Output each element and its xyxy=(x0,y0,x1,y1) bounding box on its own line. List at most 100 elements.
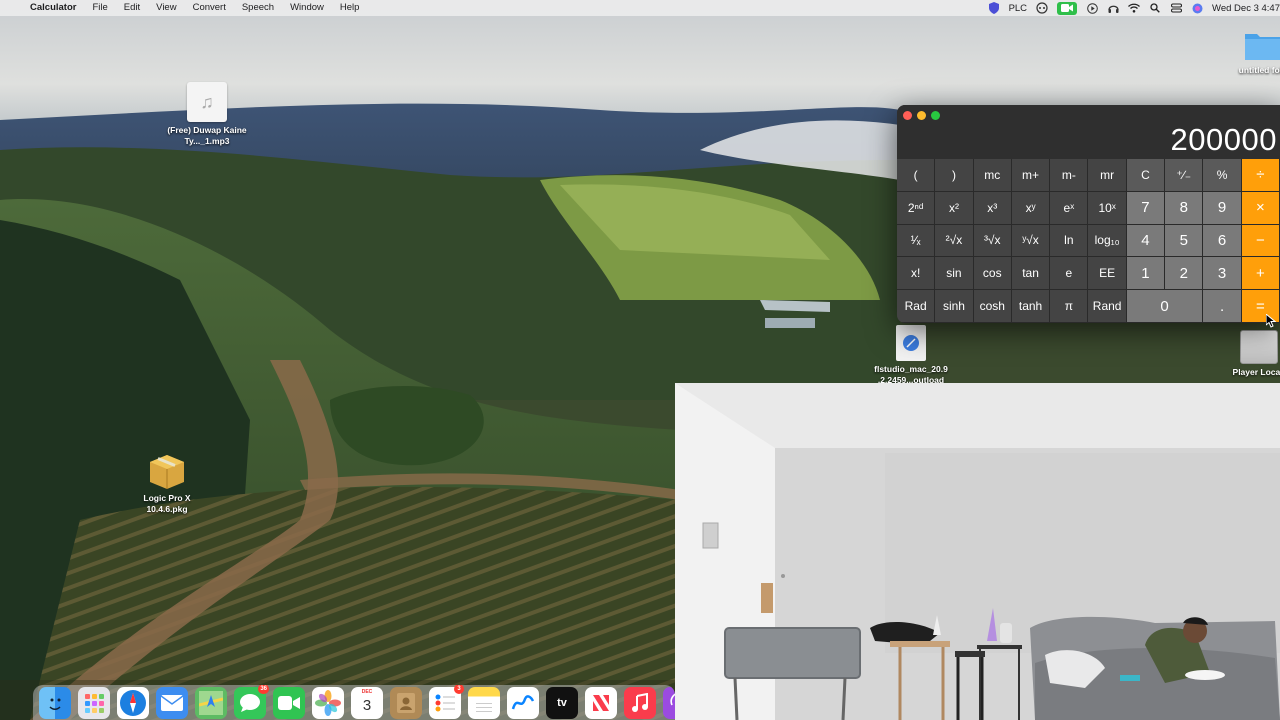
key-8[interactable]: 8 xyxy=(1165,191,1204,225)
key-7[interactable]: 7 xyxy=(1126,191,1166,225)
package-icon xyxy=(150,455,184,489)
key-cos[interactable]: cos xyxy=(973,257,1012,291)
key-log10[interactable]: log₁₀ xyxy=(1088,224,1127,258)
mail-icon[interactable] xyxy=(156,686,188,719)
key-open-paren[interactable]: ( xyxy=(897,159,936,192)
key-add[interactable]: + xyxy=(1241,257,1280,291)
key-m-plus[interactable]: m+ xyxy=(1011,159,1051,192)
close-button[interactable] xyxy=(903,110,912,120)
key-cosh[interactable]: cosh xyxy=(973,290,1012,323)
reminders-icon[interactable]: 3 xyxy=(429,685,464,719)
safari-icon[interactable] xyxy=(117,686,149,719)
key-reciprocal[interactable]: ¹∕ₓ xyxy=(897,224,936,258)
menu-view[interactable]: View xyxy=(148,0,184,16)
podcasts-icon[interactable] xyxy=(663,686,675,719)
calendar-icon[interactable]: DEC 3 xyxy=(351,686,383,719)
key-close-paren[interactable]: ) xyxy=(935,159,974,192)
messages-icon[interactable]: 36 xyxy=(234,685,269,719)
key-square-root[interactable]: ²√x xyxy=(935,224,974,258)
key-factorial[interactable]: x! xyxy=(897,257,936,291)
key-second[interactable]: 2ⁿᵈ xyxy=(897,191,936,225)
key-x-power-y[interactable]: xʸ xyxy=(1011,191,1051,225)
key-5[interactable]: 5 xyxy=(1165,224,1204,258)
menu-edit[interactable]: Edit xyxy=(116,0,148,16)
play-icon[interactable] xyxy=(1086,2,1098,14)
key-ln[interactable]: ln xyxy=(1050,224,1089,258)
key-clear[interactable]: C xyxy=(1126,159,1166,192)
key-e[interactable]: e xyxy=(1050,257,1089,291)
webcam-overlay xyxy=(675,383,1280,720)
key-tanh[interactable]: tanh xyxy=(1011,290,1051,323)
key-y-root[interactable]: ʸ√x xyxy=(1011,224,1051,258)
menu-app-name[interactable]: Calculator xyxy=(30,0,84,16)
key-2[interactable]: 2 xyxy=(1165,257,1204,291)
maps-icon[interactable] xyxy=(195,686,227,719)
finder-icon[interactable] xyxy=(39,686,71,719)
key-e-power-x[interactable]: eˣ xyxy=(1050,191,1089,225)
key-rand[interactable]: Rand xyxy=(1088,290,1127,323)
facetime-menu-icon[interactable] xyxy=(1057,1,1078,15)
headphones-icon[interactable] xyxy=(1107,2,1119,14)
key-3[interactable]: 3 xyxy=(1203,257,1242,291)
desktop-icon-logic-pkg[interactable]: Logic Pro X 10.4.6.pkg xyxy=(122,450,212,514)
key-sin[interactable]: sin xyxy=(935,257,974,291)
news-icon[interactable] xyxy=(585,686,617,719)
key-cube-root[interactable]: ³√x xyxy=(973,224,1012,258)
menu-clock[interactable]: Wed Dec 3 4:47 xyxy=(1212,3,1280,14)
key-x-cubed[interactable]: x³ xyxy=(973,191,1012,225)
key-1[interactable]: 1 xyxy=(1126,257,1166,291)
photos-icon[interactable] xyxy=(312,686,344,719)
tv-icon[interactable]: tv xyxy=(546,686,578,719)
key-9[interactable]: 9 xyxy=(1203,191,1242,225)
control-center-icon[interactable] xyxy=(1170,2,1182,14)
wifi-icon[interactable] xyxy=(1128,2,1141,14)
menu-help[interactable]: Help xyxy=(332,0,368,16)
key-tan[interactable]: tan xyxy=(1011,257,1051,291)
notes-icon[interactable] xyxy=(468,686,500,719)
calculator-display: 200000 xyxy=(897,124,1280,159)
desktop-icon-untitled-folder[interactable]: untitled fold xyxy=(1218,28,1280,76)
music-icon[interactable] xyxy=(624,686,656,719)
menu-window[interactable]: Window xyxy=(282,0,332,16)
desktop-icon-player-location[interactable]: Player Locati xyxy=(1214,330,1280,378)
drive-icon xyxy=(1240,330,1278,364)
minimize-button[interactable] xyxy=(917,110,926,120)
key-plus-minus[interactable]: ⁺∕₋ xyxy=(1165,159,1204,192)
status-plc[interactable]: PLC xyxy=(1009,3,1027,14)
freeform-icon[interactable] xyxy=(507,686,539,719)
key-mc[interactable]: mc xyxy=(973,159,1012,192)
key-ten-power-x[interactable]: 10ˣ xyxy=(1088,191,1127,225)
facetime-icon[interactable] xyxy=(273,686,305,719)
key-x-squared[interactable]: x² xyxy=(935,191,974,225)
key-divide[interactable]: ÷ xyxy=(1241,159,1280,192)
key-percent[interactable]: % xyxy=(1203,159,1242,192)
key-ee[interactable]: EE xyxy=(1088,257,1127,291)
desktop-icon-flstudio[interactable]: flstudio_mac_20.9 .2.2459...outload xyxy=(866,325,956,385)
vpn-shield-icon[interactable] xyxy=(988,2,1000,14)
siri-icon[interactable] xyxy=(1191,2,1203,14)
key-0[interactable]: 0 xyxy=(1126,290,1204,323)
desktop-icon-mp3[interactable]: ♫ (Free) Duwap Kaine Ty..._1.mp3 xyxy=(162,82,252,146)
key-multiply[interactable]: × xyxy=(1241,191,1280,225)
launchpad-icon[interactable] xyxy=(78,686,110,719)
reminders-badge: 3 xyxy=(454,685,464,694)
key-pi[interactable]: π xyxy=(1050,290,1089,323)
menu-speech[interactable]: Speech xyxy=(234,0,282,16)
disk-image-icon xyxy=(896,325,926,361)
menu-file[interactable]: File xyxy=(84,0,115,16)
desktop-icon-label: untitled fold xyxy=(1238,65,1280,75)
zoom-button[interactable] xyxy=(931,110,940,120)
key-sinh[interactable]: sinh xyxy=(935,290,974,323)
key-rad[interactable]: Rad xyxy=(897,290,936,323)
contacts-icon[interactable] xyxy=(390,686,422,719)
key-mr[interactable]: mr xyxy=(1088,159,1127,192)
calculator-keypad: ( ) mc m+ m- mr C ⁺∕₋ % ÷ 2ⁿᵈ x² x³ xʸ e… xyxy=(897,159,1280,323)
menu-convert[interactable]: Convert xyxy=(185,0,234,16)
key-m-minus[interactable]: m- xyxy=(1050,159,1089,192)
key-4[interactable]: 4 xyxy=(1126,224,1166,258)
gamepad-icon[interactable] xyxy=(1036,2,1048,14)
key-6[interactable]: 6 xyxy=(1203,224,1242,258)
key-subtract[interactable]: − xyxy=(1241,224,1280,258)
search-icon[interactable] xyxy=(1149,2,1161,14)
key-decimal[interactable]: . xyxy=(1203,290,1242,323)
